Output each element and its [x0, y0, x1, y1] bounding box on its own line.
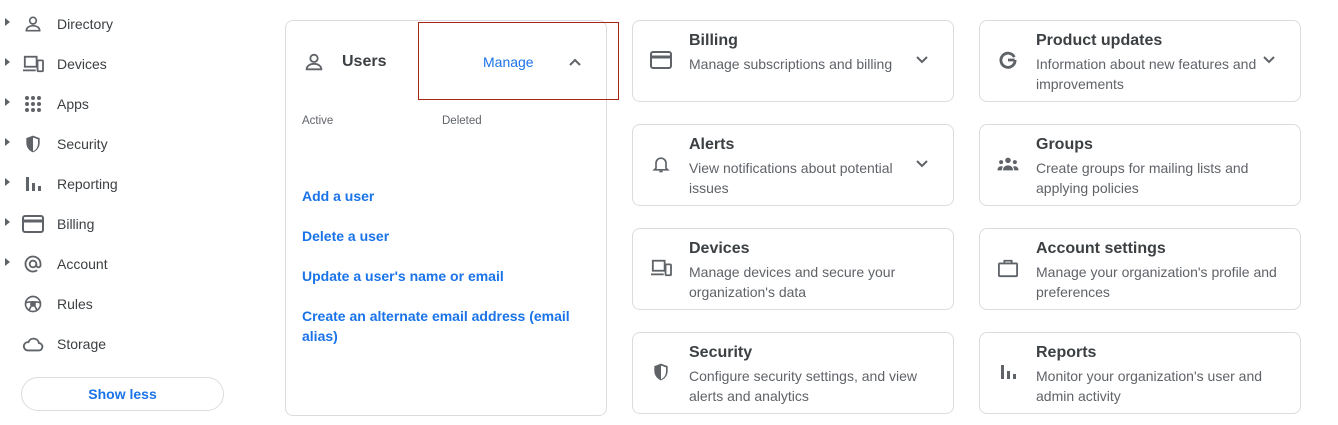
chevron-down-icon[interactable] — [913, 155, 931, 173]
card-title: Alerts — [689, 136, 735, 153]
delete-user-link[interactable]: Delete a user — [302, 226, 592, 246]
sidebar-item-label: Storage — [57, 336, 107, 352]
sidebar-item-billing[interactable]: Billing — [0, 203, 240, 243]
sidebar-item-label: Security — [57, 136, 108, 152]
card-description: Monitor your organization's user and adm… — [1036, 368, 1263, 404]
card-title: Billing — [689, 32, 738, 49]
sidebar-item-label: Reporting — [57, 176, 118, 192]
at-sign-icon — [22, 253, 44, 275]
expand-caret-icon[interactable] — [5, 178, 10, 186]
card-title: Security — [689, 344, 753, 361]
card-description: Manage devices and secure your organizat… — [689, 264, 896, 300]
sidebar-item-storage[interactable]: Storage — [0, 323, 240, 363]
card-groups[interactable]: Groups Create groups for mailing lists a… — [979, 124, 1301, 206]
person-icon — [22, 13, 44, 35]
card-security[interactable]: Security Configure security settings, an… — [632, 332, 954, 414]
card-devices[interactable]: Devices Manage devices and secure your o… — [632, 228, 954, 310]
bar-chart-icon — [997, 361, 1019, 383]
sidebar-item-rules[interactable]: Rules — [0, 283, 240, 323]
card-description: Manage your organization's profile and p… — [1036, 264, 1277, 300]
active-users-label: Active — [302, 115, 334, 127]
sidebar-item-label: Apps — [57, 96, 89, 112]
card-account-settings[interactable]: Account settings Manage your organizatio… — [979, 228, 1301, 310]
cloud-icon — [22, 333, 44, 355]
sidebar-item-label: Directory — [57, 16, 114, 32]
sidebar-item-label: Rules — [57, 296, 93, 312]
sidebar-item-apps[interactable]: Apps — [0, 83, 240, 123]
sidebar-item-label: Devices — [57, 56, 107, 72]
google-g-icon — [997, 49, 1019, 71]
users-panel-title: Users — [342, 53, 387, 70]
sidebar-item-label: Account — [57, 256, 108, 272]
card-description: Create groups for mailing lists and appl… — [1036, 160, 1249, 196]
add-user-link[interactable]: Add a user — [302, 186, 592, 206]
sidebar-item-security[interactable]: Security — [0, 123, 240, 163]
bell-icon — [650, 153, 672, 175]
credit-card-icon — [22, 213, 44, 235]
shield-icon — [650, 361, 672, 383]
sidebar-item-reporting[interactable]: Reporting — [0, 163, 240, 203]
briefcase-icon — [997, 257, 1019, 279]
card-title: Groups — [1036, 136, 1093, 153]
devices-icon — [650, 257, 672, 279]
expand-caret-icon[interactable] — [5, 258, 10, 266]
chevron-down-icon[interactable] — [1260, 51, 1278, 69]
expand-caret-icon[interactable] — [5, 18, 10, 26]
sidebar-item-label: Billing — [57, 216, 95, 232]
sidebar-item-directory[interactable]: Directory — [0, 3, 240, 43]
card-reports[interactable]: Reports Monitor your organization's user… — [979, 332, 1301, 414]
person-icon — [303, 51, 325, 73]
sidebar: Directory Devices Apps Security Reportin… — [0, 0, 250, 425]
sidebar-item-account[interactable]: Account — [0, 243, 240, 283]
card-alerts[interactable]: Alerts View notifications about potentia… — [632, 124, 954, 206]
card-billing[interactable]: Billing Manage subscriptions and billing — [632, 20, 954, 102]
expand-caret-icon[interactable] — [5, 138, 10, 146]
card-title: Devices — [689, 240, 750, 257]
users-panel: Users Manage Active Deleted Add a user D… — [285, 20, 607, 416]
create-alias-link[interactable]: Create an alternate email address (email… — [302, 306, 592, 346]
card-title: Product updates — [1036, 32, 1163, 49]
devices-icon — [22, 53, 44, 75]
manage-link[interactable]: Manage — [483, 54, 534, 70]
shield-icon — [22, 133, 44, 155]
steering-wheel-icon — [22, 293, 44, 315]
expand-caret-icon[interactable] — [5, 98, 10, 106]
card-description: Information about new features and impro… — [1036, 56, 1257, 92]
chevron-down-icon[interactable] — [913, 51, 931, 69]
groups-icon — [997, 153, 1019, 175]
card-title: Account settings — [1036, 240, 1166, 257]
bar-chart-icon — [22, 173, 44, 195]
expand-caret-icon[interactable] — [5, 218, 10, 226]
expand-caret-icon[interactable] — [5, 58, 10, 66]
credit-card-icon — [650, 49, 672, 71]
update-user-link[interactable]: Update a user's name or email — [302, 266, 592, 286]
chevron-up-icon[interactable] — [566, 53, 584, 71]
deleted-users-label: Deleted — [442, 115, 482, 127]
sidebar-item-devices[interactable]: Devices — [0, 43, 240, 83]
card-description: Manage subscriptions and billing — [689, 56, 893, 72]
card-product-updates[interactable]: Product updates Information about new fe… — [979, 20, 1301, 102]
show-less-button[interactable]: Show less — [21, 377, 224, 411]
card-description: Configure security settings, and view al… — [689, 368, 917, 404]
apps-grid-icon — [22, 93, 44, 115]
card-description: View notifications about potential issue… — [689, 160, 893, 196]
card-title: Reports — [1036, 344, 1097, 361]
